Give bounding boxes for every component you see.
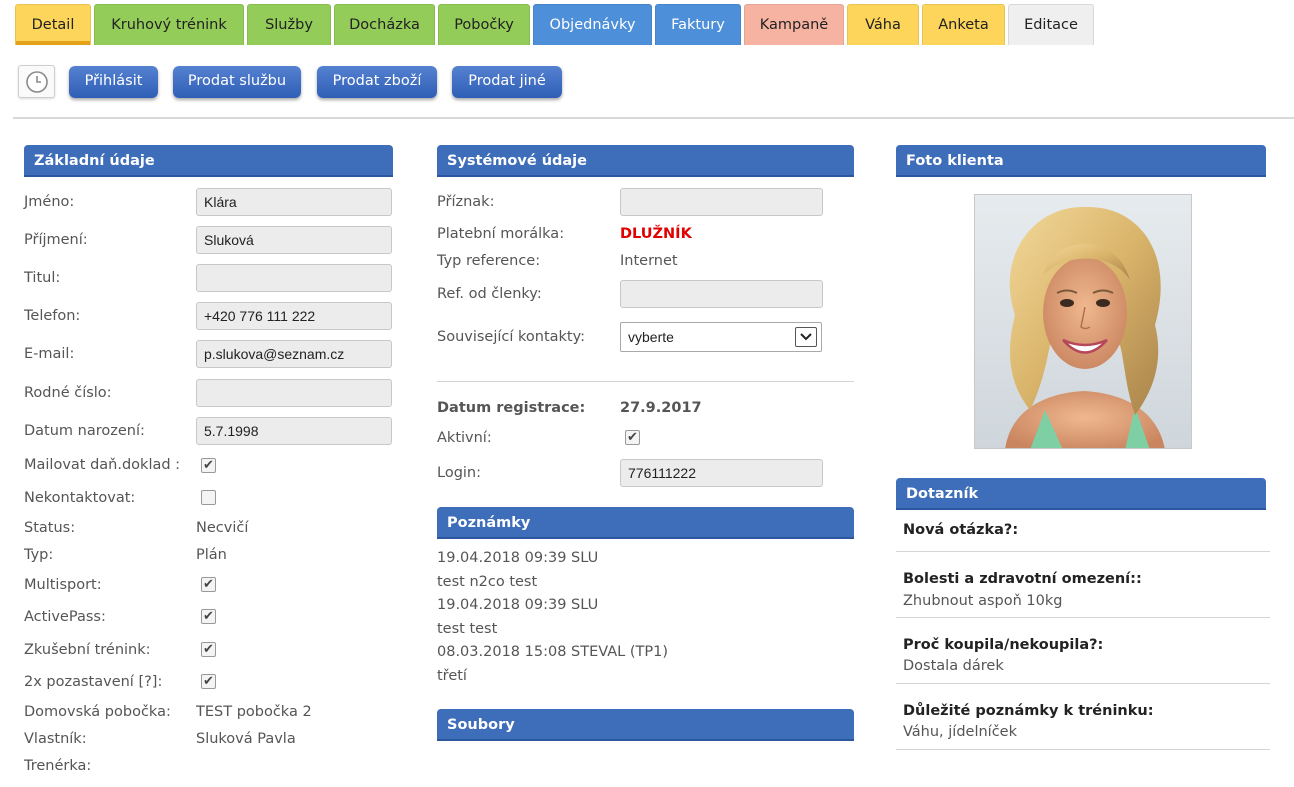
pause-checkbox[interactable]: ✔ [201,674,216,689]
client-photo [974,194,1192,449]
tab-weight[interactable]: Váha [847,4,919,45]
login-field[interactable]: 776111222 [620,459,823,487]
trainer-label: Trenérka: [24,758,92,774]
related-contacts-select[interactable]: vyberte [620,322,822,352]
activepass-label: ActivePass: [24,609,106,625]
ref-member-label: Ref. od členky: [437,286,542,302]
sell-other-button[interactable]: Prodat jiné [452,66,562,98]
flag-label: Příznak: [437,194,495,210]
ref-member-field[interactable] [620,280,823,308]
system-divider [437,381,854,382]
tab-survey[interactable]: Anketa [922,4,1005,45]
birth-number-label: Rodné číslo: [24,385,112,401]
phone-field[interactable]: +420 776 111 222 [196,302,392,330]
survey-divider [896,551,1270,552]
owner-value: Sluková Pavla [196,731,296,747]
phone-label: Telefon: [24,308,81,324]
payment-morality-label: Platební morálka: [437,226,565,242]
survey-question: Proč koupila/nekoupila?: [903,637,1104,653]
trial-training-label: Zkušební trénink: [24,642,151,658]
tab-bar: Detail Kruhový trénink Služby Docházka P… [15,4,1097,45]
type-value: Plán [196,547,227,563]
clock-icon [25,70,48,93]
survey-answer: Dostala dárek [903,658,1004,674]
tab-orders[interactable]: Objednávky [533,4,652,45]
registration-date-value: 27.9.2017 [620,400,702,416]
photo-header: Foto klienta [896,145,1266,177]
tab-campaigns[interactable]: Kampaně [744,4,844,45]
basic-info-header: Základní údaje [24,145,393,177]
clock-button[interactable] [18,65,55,98]
reference-type-label: Typ reference: [437,253,541,269]
files-header: Soubory [437,709,854,741]
registration-date-label: Datum registrace: [437,400,586,416]
survey-divider [896,683,1270,684]
sell-goods-button[interactable]: Prodat zboží [317,66,437,98]
tab-attendance[interactable]: Docházka [334,4,435,45]
email-field[interactable]: p.slukova@seznam.cz [196,340,392,368]
note-line: 19.04.2018 09:39 SLU [437,550,599,566]
chevron-down-icon[interactable] [795,327,817,347]
survey-answer: Zhubnout aspoň 10kg [903,593,1063,609]
status-value: Necvičí [196,520,249,536]
survey-answer: Váhu, jídelníček [903,724,1017,740]
toolbar: Přihlásit Prodat službu Prodat zboží Pro… [0,62,620,104]
client-portrait-image [975,195,1191,448]
note-line: test test [437,621,498,637]
home-branch-value: TEST pobočka 2 [196,704,312,720]
status-label: Status: [24,520,76,536]
mail-tax-doc-checkbox[interactable]: ✔ [201,458,216,473]
toolbar-divider [13,117,1294,119]
payment-morality-value: DLUŽNÍK [620,226,692,242]
login-label: Login: [437,465,482,481]
notes-header: Poznámky [437,507,854,539]
note-line: 08.03.2018 15:08 STEVAL (TP1) [437,644,668,660]
name-field[interactable]: Klára [196,188,392,216]
survey-header: Dotazník [896,478,1266,510]
system-info-header: Systémové údaje [437,145,854,177]
surname-field[interactable]: Sluková [196,226,392,254]
tab-services[interactable]: Služby [247,4,331,45]
reference-type-value: Internet [620,253,678,269]
active-checkbox[interactable]: ✔ [625,430,640,445]
degree-field[interactable] [196,264,392,292]
active-label: Aktivní: [437,430,492,446]
tab-branches[interactable]: Pobočky [438,4,530,45]
no-contact-label: Nekontaktovat: [24,490,136,506]
owner-label: Vlastník: [24,731,87,747]
note-line: 19.04.2018 09:39 SLU [437,597,599,613]
multisport-label: Multisport: [24,577,102,593]
no-contact-checkbox[interactable] [201,490,216,505]
email-label: E-mail: [24,346,75,362]
login-button[interactable]: Přihlásit [69,66,158,98]
activepass-checkbox[interactable]: ✔ [201,609,216,624]
tab-invoices[interactable]: Faktury [655,4,741,45]
related-contacts-value: vyberte [628,329,674,345]
type-label: Typ: [24,547,54,563]
mail-tax-doc-label: Mailovat daň.doklad : [24,457,181,473]
surname-label: Příjmení: [24,232,88,248]
survey-question: Důležité poznámky k tréninku: [903,703,1154,719]
birth-date-field[interactable]: 5.7.1998 [196,417,392,445]
related-contacts-label: Související kontakty: [437,329,586,345]
note-line: test n2co test [437,574,538,590]
birth-date-label: Datum narození: [24,423,145,439]
home-branch-label: Domovská pobočka: [24,704,171,720]
name-label: Jméno: [24,194,75,210]
sell-service-button[interactable]: Prodat službu [173,66,301,98]
survey-question: Nová otázka?: [903,522,1019,538]
pause-label: 2x pozastavení [?]: [24,674,163,690]
survey-divider [896,617,1270,618]
tab-detail[interactable]: Detail [15,4,91,45]
note-line: třetí [437,668,467,684]
trial-training-checkbox[interactable]: ✔ [201,642,216,657]
birth-number-field[interactable] [196,379,392,407]
survey-divider [896,749,1270,750]
degree-label: Titul: [24,270,61,286]
survey-question: Bolesti a zdravotní omezení:: [903,571,1142,587]
flag-field[interactable] [620,188,823,216]
multisport-checkbox[interactable]: ✔ [201,577,216,592]
tab-circuit-training[interactable]: Kruhový trénink [94,4,244,45]
tab-edit[interactable]: Editace [1008,4,1094,45]
